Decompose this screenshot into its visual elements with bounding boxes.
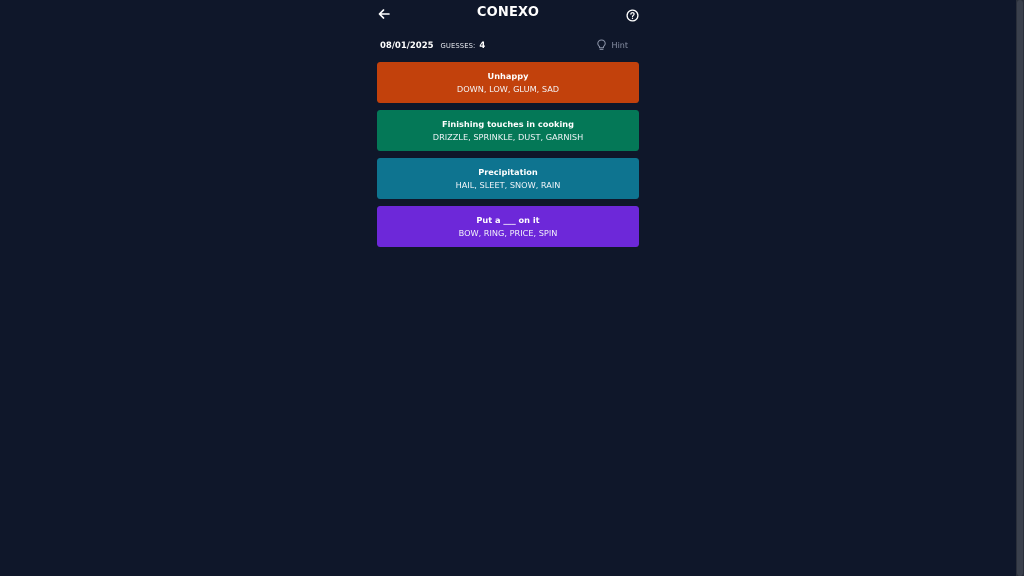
game-page: CONEXO 08/01/2025 GUESSES: 4 Hint Unhapp… xyxy=(0,0,1016,576)
guesses-count: 4 xyxy=(479,41,486,51)
group-words: DRIZZLE, SPRINKLE, DUST, GARNISH xyxy=(432,131,584,142)
page-title: CONEXO xyxy=(476,5,540,20)
puzzle-date: 08/01/2025 xyxy=(380,41,434,51)
solved-group-1: Unhappy DOWN, LOW, GLUM, SAD xyxy=(377,62,639,103)
guesses-label: GUESSES: xyxy=(440,42,476,50)
lightbulb-icon xyxy=(596,39,606,50)
group-title: Unhappy xyxy=(487,70,529,81)
solved-groups: Unhappy DOWN, LOW, GLUM, SAD Finishing t… xyxy=(377,62,639,247)
solved-group-2: Finishing touches in cooking DRIZZLE, SP… xyxy=(377,110,639,151)
hint-label: Hint xyxy=(611,40,628,50)
solved-group-4: Put a ___ on it BOW, RING, PRICE, SPIN xyxy=(377,206,639,247)
scrollbar-thumb[interactable] xyxy=(1017,0,1023,576)
group-words: DOWN, LOW, GLUM, SAD xyxy=(456,83,560,94)
status-bar: 08/01/2025 GUESSES: 4 Hint xyxy=(377,36,639,56)
game-column: CONEXO 08/01/2025 GUESSES: 4 Hint Unhapp… xyxy=(377,0,639,254)
group-words: BOW, RING, PRICE, SPIN xyxy=(458,227,558,238)
solved-group-3: Precipitation HAIL, SLEET, SNOW, RAIN xyxy=(377,158,639,199)
hint-button[interactable]: Hint xyxy=(596,39,628,51)
header: CONEXO xyxy=(377,0,639,28)
group-title: Put a ___ on it xyxy=(476,214,540,225)
question-circle-icon xyxy=(626,9,639,22)
scrollbar[interactable] xyxy=(1016,0,1024,576)
help-button[interactable] xyxy=(626,7,639,22)
group-words: HAIL, SLEET, SNOW, RAIN xyxy=(455,179,561,190)
group-title: Finishing touches in cooking xyxy=(442,118,574,129)
group-title: Precipitation xyxy=(478,166,538,177)
